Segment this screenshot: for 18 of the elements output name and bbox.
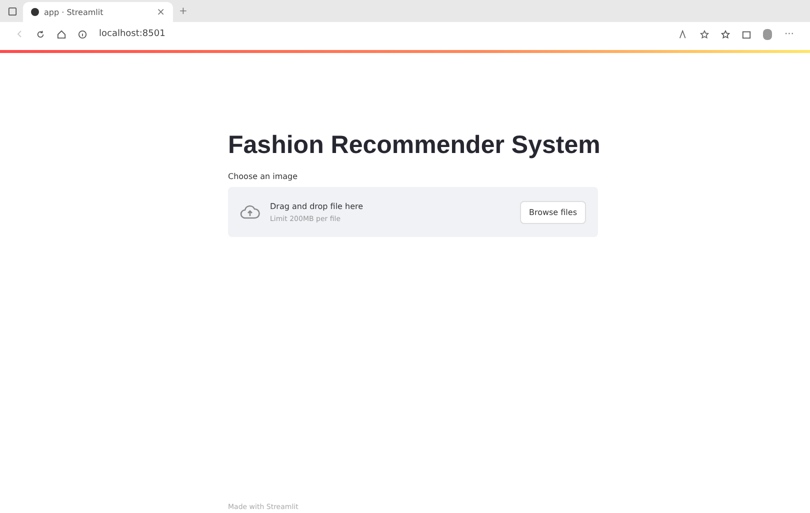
page-title: Fashion Recommender System	[228, 131, 598, 160]
logo-icon	[31, 8, 39, 16]
refresh-icon[interactable]	[36, 30, 45, 38]
info-icon[interactable]	[78, 30, 87, 38]
close-tab-button[interactable]: ×	[156, 6, 165, 18]
home-icon[interactable]	[57, 30, 66, 38]
more-button[interactable]: ···	[784, 28, 794, 40]
browse-files-button[interactable]: Browse files	[520, 200, 586, 224]
browser-tab[interactable]: app · Streamlit ×	[23, 2, 173, 22]
tab-title: app · Streamlit	[44, 8, 104, 16]
drop-prompt: Drag and drop file here	[270, 202, 364, 210]
address-field[interactable]: localhost:8501	[99, 29, 668, 39]
uploader-label: Choose an image	[228, 172, 299, 181]
star-icon[interactable]	[700, 30, 710, 38]
favorites-icon[interactable]	[721, 30, 730, 38]
new-tab-button[interactable]: +	[179, 6, 188, 16]
cloud-upload-icon	[240, 205, 260, 219]
tab-actions-icon[interactable]	[8, 6, 17, 16]
